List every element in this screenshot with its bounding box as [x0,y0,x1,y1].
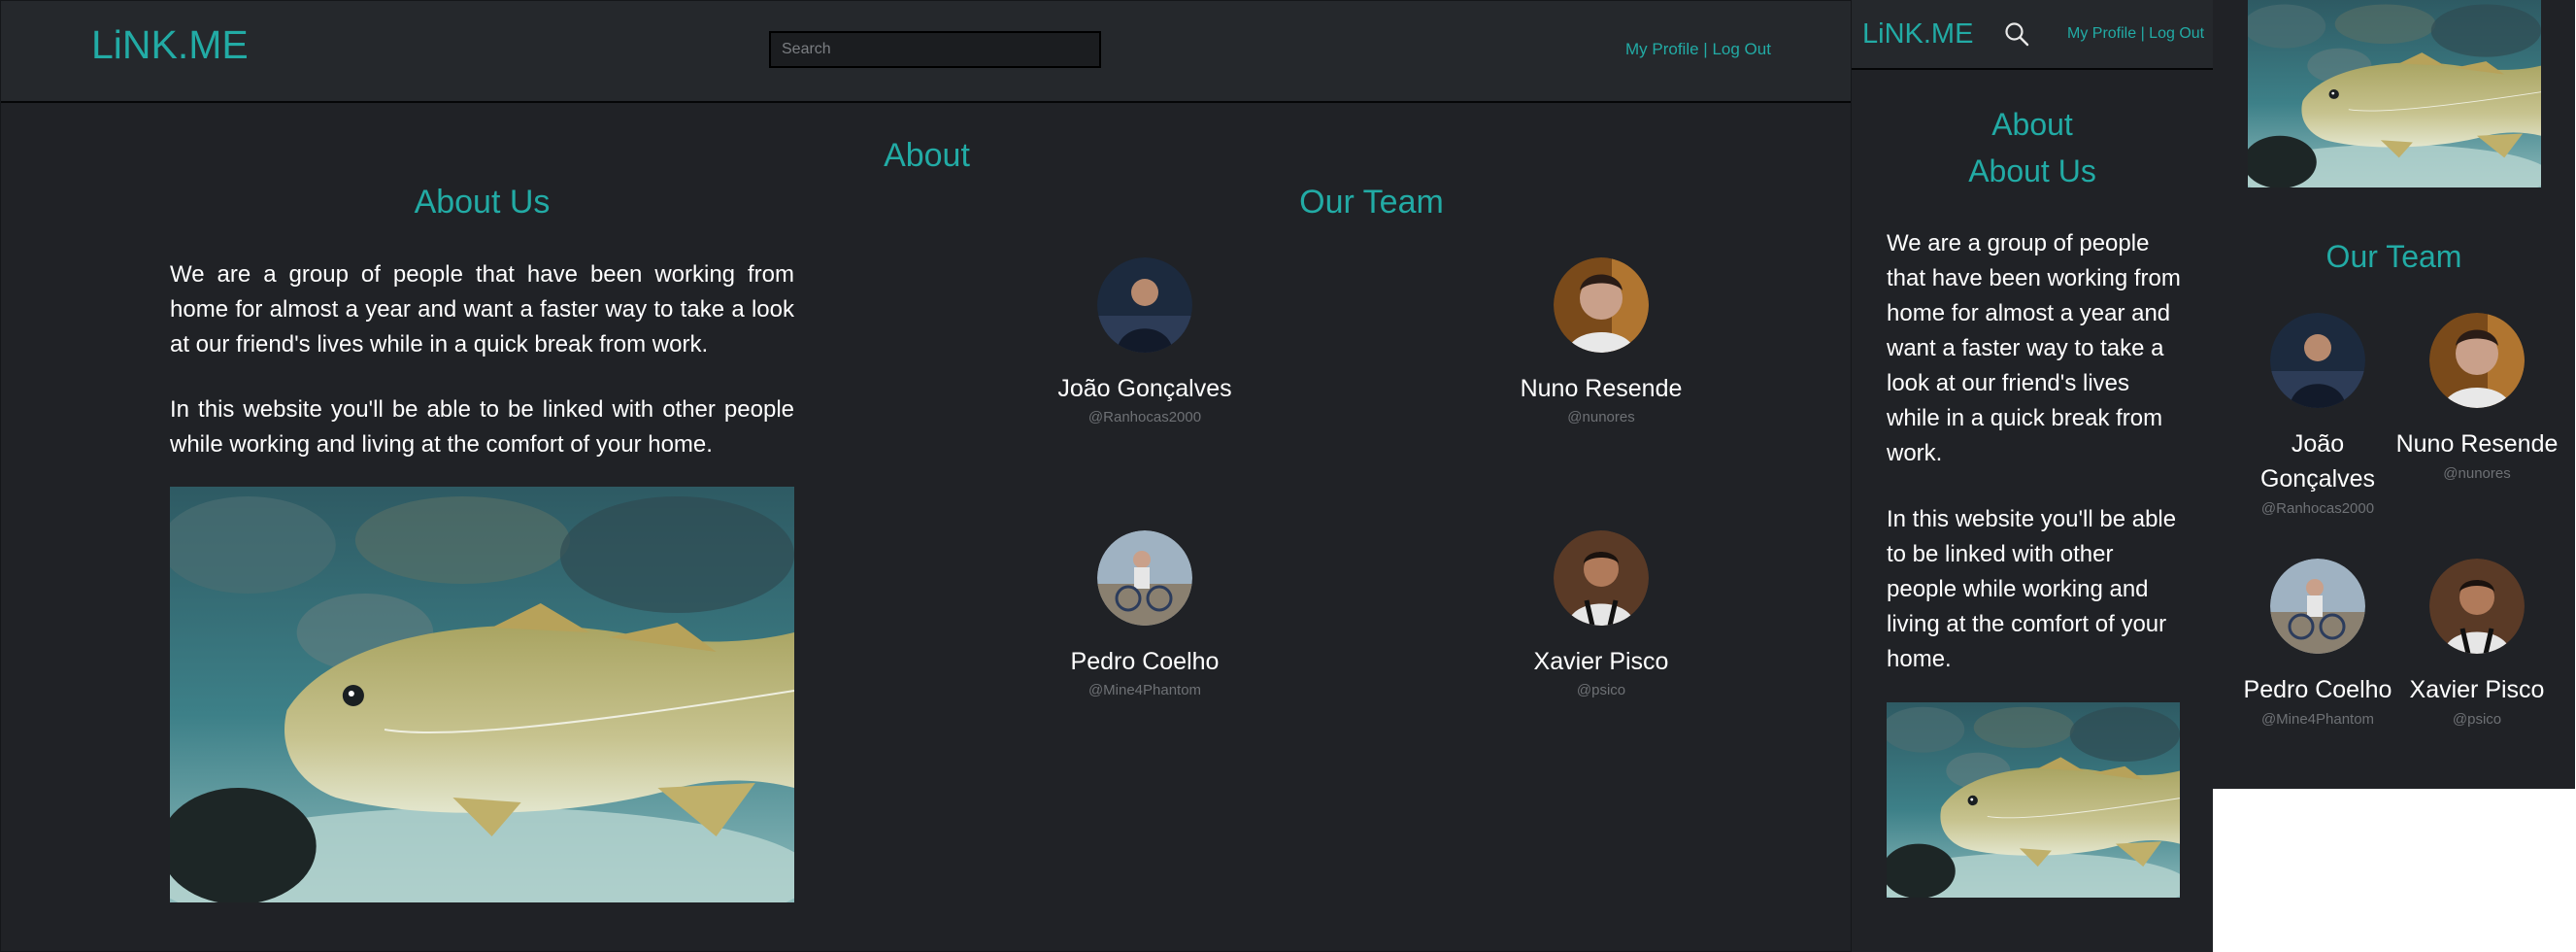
team-heading: Our Team [2325,239,2462,274]
team-heading: Our Team [1299,184,1444,221]
avatar [2429,559,2525,654]
member-handle[interactable]: @Mine4Phantom [999,682,1290,698]
team-member: Xavier Pisco @psico [1455,530,1747,698]
member-handle[interactable]: @psico [2394,711,2559,728]
brand-logo[interactable]: LiNK.ME [91,22,249,68]
my-profile-link[interactable]: My Profile [1625,40,1699,58]
team-member: Pedro Coelho @Mine4Phantom [999,530,1290,698]
page-title: About [884,137,970,174]
member-name: Nuno Resende [1520,375,1683,402]
about-paragraph: In this website you'll be able to be lin… [1887,506,2177,672]
team-member: João Gonçalves @Ranhocas2000 [999,257,1290,425]
brand-logo[interactable]: LiNK.ME [1862,18,1973,51]
nav-separator: | [1698,40,1713,58]
navbar: LiNK.ME My Profile | Log Out [1852,0,2213,70]
member-name: João Gonçalves [2259,430,2376,493]
member-handle[interactable]: @nunores [2394,465,2559,482]
tablet-view: LiNK.ME My Profile | Log Out About About… [1852,0,2213,952]
my-profile-link[interactable]: My Profile [2067,25,2136,42]
member-name: João Gonçalves [1057,375,1232,402]
search-input[interactable] [769,31,1101,68]
avatar [1554,257,1649,353]
fish-photo [170,487,794,902]
nav-links: My Profile | Log Out [1625,40,1771,59]
avatar [2429,313,2525,408]
team-member: Xavier Pisco @psico [2394,559,2559,728]
about-heading: About Us [414,184,551,221]
fish-photo [1887,702,2180,898]
about-paragraph: We are a group of people that have been … [170,261,794,357]
avatar [1097,530,1192,626]
fish-photo [2248,0,2541,187]
team-member: Pedro Coelho @Mine4Phantom [2235,559,2400,728]
member-handle[interactable]: @Ranhocas2000 [2235,500,2400,517]
desktop-view: LiNK.ME My Profile | Log Out About About… [0,0,1852,952]
about-paragraph: In this website you'll be able to be lin… [170,396,794,458]
page-title: About [1991,107,2073,142]
team-member: Nuno Resende @nunores [2394,313,2559,482]
member-handle[interactable]: @nunores [1455,409,1747,425]
avatar [1554,530,1649,626]
logout-link[interactable]: Log Out [2149,25,2204,42]
avatar [2270,313,2365,408]
member-handle[interactable]: @Mine4Phantom [2235,711,2400,728]
team-member: João Gonçalves @Ranhocas2000 [2235,313,2400,517]
member-name: Pedro Coelho [1070,648,1220,675]
about-paragraph: We are a group of people that have been … [1887,230,2181,466]
nav-separator: | [2136,25,2150,42]
about-heading: About Us [1968,153,2096,188]
logout-link[interactable]: Log Out [1712,40,1771,58]
search-icon[interactable] [2004,21,2029,47]
navbar: LiNK.ME My Profile | Log Out [1,1,1851,103]
avatar [2270,559,2365,654]
member-name: Pedro Coelho [2243,676,2392,703]
nav-links: My Profile | Log Out [2067,25,2204,43]
mobile-view: Our Team João Gonçalves @Ranhocas2000 Nu… [2213,0,2575,789]
member-name: Xavier Pisco [1533,648,1669,675]
member-name: Nuno Resende [2395,430,2559,458]
member-handle[interactable]: @Ranhocas2000 [999,409,1290,425]
member-name: Xavier Pisco [2409,676,2545,703]
team-member: Nuno Resende @nunores [1455,257,1747,425]
member-handle[interactable]: @psico [1455,682,1747,698]
avatar [1097,257,1192,353]
